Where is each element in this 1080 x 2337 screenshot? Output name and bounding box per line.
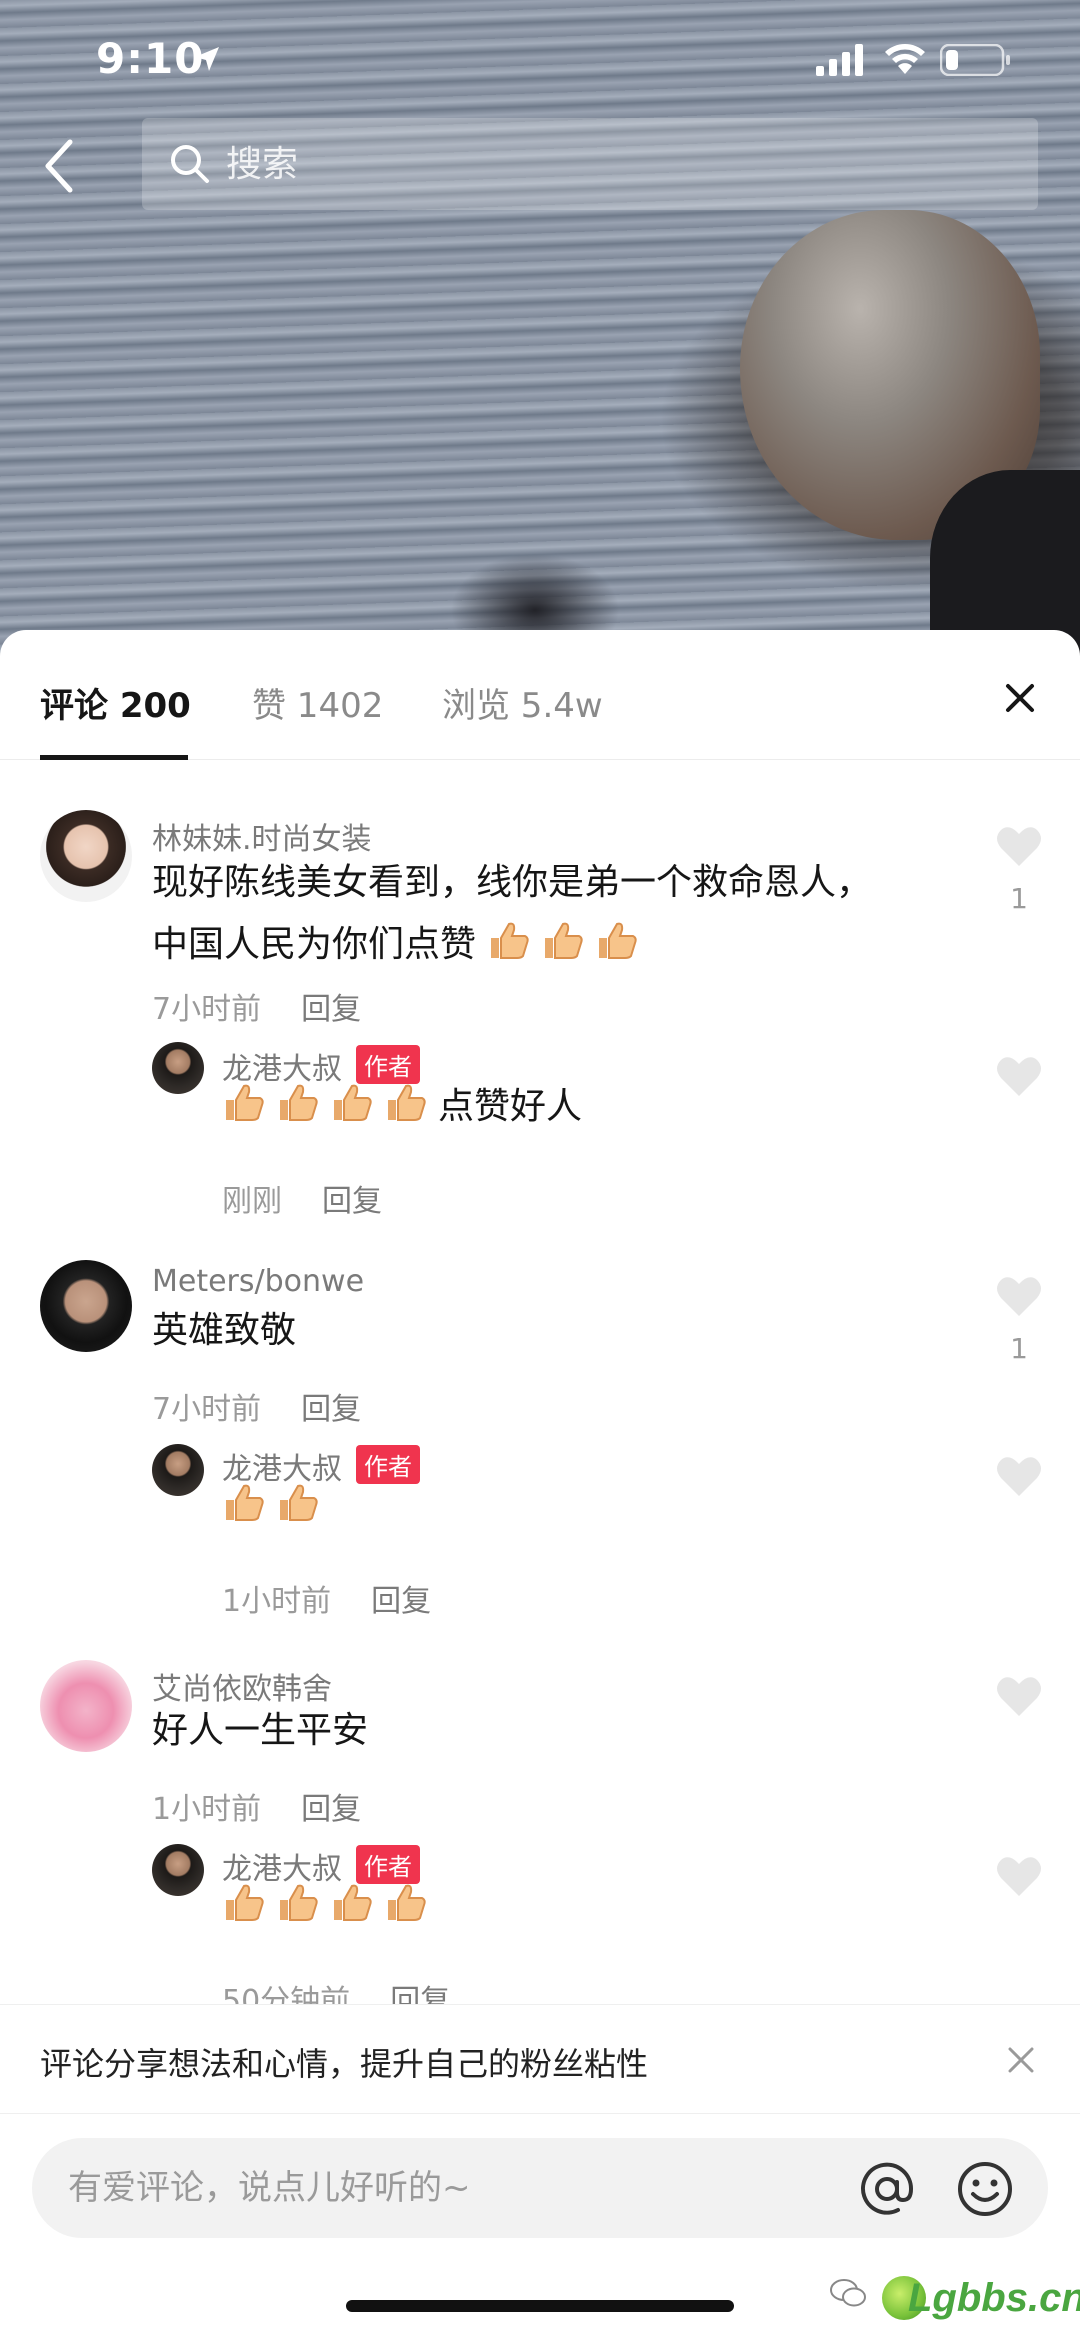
thumbs-up-emoji-icon: [226, 1484, 264, 1521]
search-input[interactable]: [226, 132, 986, 196]
like-count: 1: [1010, 1332, 1028, 1365]
thumbs-up-emoji-icon: [280, 1884, 318, 1921]
tip-banner: 评论分享想法和心情，提升自己的粉丝粘性: [0, 2004, 1080, 2114]
status-time: 9:10: [96, 34, 205, 83]
comment-input[interactable]: [68, 2156, 848, 2220]
location-arrow-icon: [195, 47, 219, 71]
thumbs-up-emoji-icon: [226, 1884, 264, 1921]
watermark: Lgbbs.cn: [830, 2262, 1080, 2332]
comment-list: 林妹妹.时尚女装 现好陈线美女看到，线你是弟一个救命恩人， 中国人民为你们点赞 …: [0, 760, 1080, 2140]
reply-button[interactable]: 回复: [301, 992, 361, 1027]
avatar[interactable]: [40, 810, 132, 902]
comment-time: 1小时前: [152, 1792, 262, 1827]
search-icon: [171, 145, 209, 183]
comment-meta: 1小时前 回复: [152, 1784, 361, 1828]
reply-text-content: 点赞好人: [438, 1086, 583, 1127]
close-sheet-button[interactable]: [1000, 678, 1040, 718]
reply-button[interactable]: 回复: [301, 1392, 361, 1427]
author-avatar[interactable]: [152, 1844, 204, 1896]
comment-meta: 7小时前 回复: [152, 984, 361, 1028]
comment-text: 现好陈线美女看到，线你是弟一个救命恩人， 中国人民为你们点赞: [152, 852, 872, 976]
like-heart-icon[interactable]: [995, 1454, 1043, 1498]
like-count: 1: [1010, 882, 1028, 915]
reply-meta: 刚刚 回复: [222, 1176, 382, 1220]
comment-time: 7小时前: [152, 992, 262, 1027]
comment-text-line-2: 中国人民为你们点赞: [152, 914, 872, 976]
thumbs-up-emoji-icon: [280, 1084, 318, 1121]
reply-text: [222, 1476, 330, 1538]
wechat-icon: [830, 2279, 866, 2307]
comment-meta: 7小时前 回复: [152, 1384, 361, 1428]
thumbs-up-emoji-icon: [226, 1084, 264, 1121]
thumbs-up-emoji-icon: [388, 1084, 426, 1121]
at-mention-icon[interactable]: [858, 2160, 916, 2218]
comment-input-container[interactable]: [32, 2138, 1048, 2238]
thumbs-up-emoji-icon: [280, 1484, 318, 1521]
author-avatar[interactable]: [152, 1042, 204, 1094]
like-heart-icon[interactable]: [995, 1854, 1043, 1898]
battery-icon: [940, 44, 1010, 76]
back-button[interactable]: [38, 136, 82, 196]
reply-time: 刚刚: [222, 1184, 282, 1219]
tip-text: 评论分享想法和心情，提升自己的粉丝粘性: [40, 2045, 649, 2083]
cellular-signal-icon: [816, 44, 863, 76]
author-badge: 作者: [356, 1445, 420, 1484]
thumbs-up-emoji-icon: [334, 1884, 372, 1921]
emoji-icon[interactable]: [956, 2160, 1014, 2218]
reply-button[interactable]: 回复: [322, 1184, 382, 1219]
comment-text: 英雄致敬: [152, 1310, 297, 1351]
reply-time: 1小时前: [222, 1584, 332, 1619]
avatar[interactable]: [40, 1660, 132, 1752]
watermark-text: Lgbbs.cn: [908, 2276, 1080, 2320]
thumbs-up-emoji-icon: [491, 922, 530, 959]
comment-text-line: 现好陈线美女看到，线你是弟一个救命恩人，: [152, 862, 873, 903]
tab-views[interactable]: 浏览 5.4w: [442, 678, 603, 727]
tab-comments[interactable]: 评论 200: [40, 678, 191, 727]
like-heart-icon[interactable]: [995, 1674, 1043, 1718]
thumbs-up-emoji-icon: [545, 922, 584, 959]
wifi-icon: [885, 44, 925, 74]
reply-meta: 1小时前 回复: [222, 1576, 431, 1620]
comment-time: 7小时前: [152, 1392, 262, 1427]
reply-button[interactable]: 回复: [301, 1792, 361, 1827]
comment-username[interactable]: Meters/bonwe: [152, 1264, 364, 1299]
search-bar[interactable]: [142, 118, 1038, 210]
avatar[interactable]: [40, 1260, 132, 1352]
tab-likes[interactable]: 赞 1402: [252, 678, 383, 727]
like-heart-icon[interactable]: [995, 824, 1043, 868]
thumbs-up-emoji-icon: [599, 922, 638, 959]
reply-text: [222, 1876, 438, 1938]
reply-button[interactable]: 回复: [371, 1584, 431, 1619]
status-bar: 9:10: [0, 0, 1080, 120]
home-indicator[interactable]: [346, 2300, 734, 2312]
thumbs-up-emoji-icon: [388, 1884, 426, 1921]
like-heart-icon[interactable]: [995, 1274, 1043, 1318]
comment-text: 好人一生平安: [152, 1710, 369, 1751]
comment-text-line: 中国人民为你们点赞: [152, 924, 477, 965]
tip-close-icon[interactable]: [1004, 2043, 1038, 2077]
comment-tabs: 评论 200 赞 1402 浏览 5.4w: [0, 630, 1080, 760]
author-avatar[interactable]: [152, 1444, 204, 1496]
reply-text: 点赞好人: [222, 1076, 582, 1138]
like-heart-icon[interactable]: [995, 1054, 1043, 1098]
thumbs-up-emoji-icon: [334, 1084, 372, 1121]
